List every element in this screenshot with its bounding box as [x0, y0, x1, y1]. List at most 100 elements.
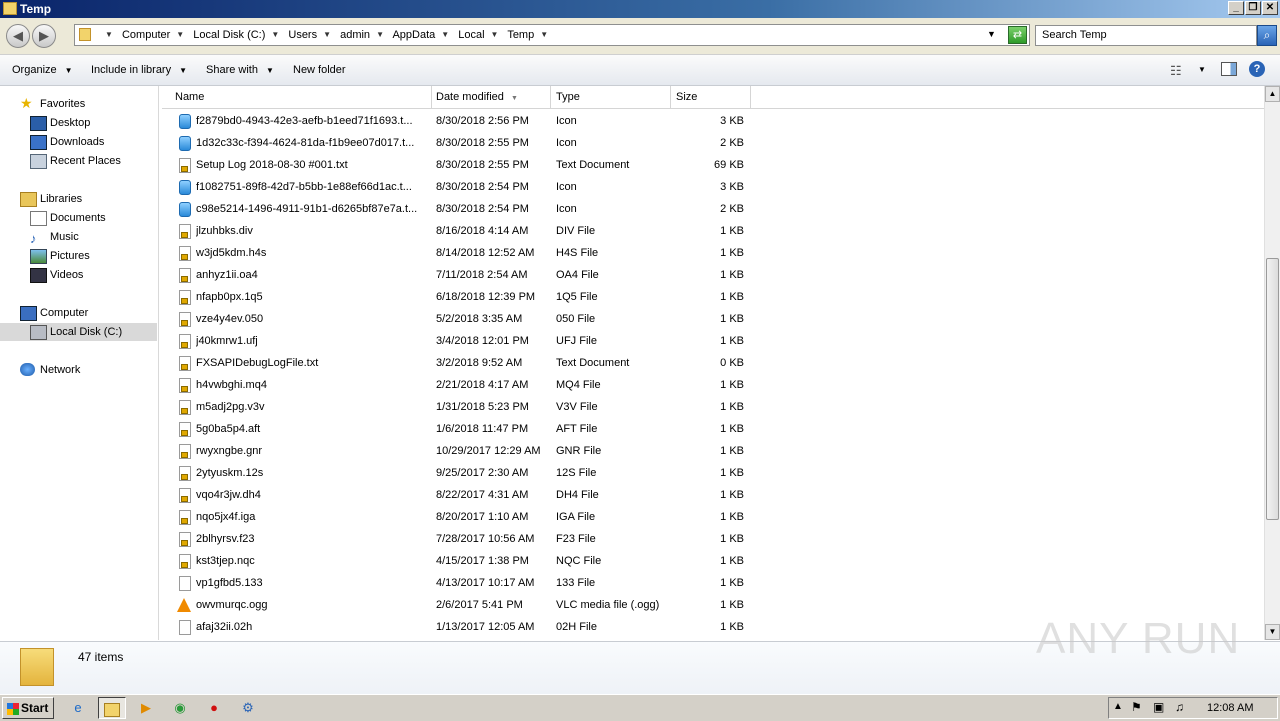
vertical-scrollbar[interactable]: ▲ ▼	[1264, 86, 1280, 640]
table-row[interactable]: vqo4r3jw.dh4 8/22/2017 4:31 AM DH4 File 1 K…	[162, 484, 1262, 506]
table-row[interactable]: m5adj2pg.v3v 1/31/2018 5:23 PM V3V File 1 K…	[162, 396, 1262, 418]
file-size: 1 KB	[720, 269, 744, 281]
crumb-local[interactable]: Local	[458, 29, 484, 41]
file-type: F23 File	[556, 533, 596, 545]
address-bar[interactable]: ▼ Computer ▼ Local Disk (C:) ▼ Users ▼ admi…	[74, 24, 1030, 46]
file-name: nqo5jx4f.iga	[196, 511, 256, 523]
forward-button[interactable]: ▶	[32, 24, 56, 48]
chevron-down-icon[interactable]: ▼	[323, 30, 331, 39]
restore-button[interactable]: ❐	[1245, 1, 1261, 15]
crumb-temp[interactable]: Temp	[507, 29, 534, 41]
nav-label: Desktop	[50, 117, 91, 129]
locked-file-icon	[179, 422, 191, 437]
table-row[interactable]: jlzuhbks.div 8/16/2018 4:14 AM DIV File 1 K…	[162, 220, 1262, 242]
file-type: VLC media file (.ogg)	[556, 599, 660, 611]
file-date: 8/22/2017 4:31 AM	[436, 489, 529, 501]
scroll-down-button[interactable]: ▼	[1265, 624, 1280, 640]
libraries-icon	[20, 192, 37, 207]
table-row[interactable]: nqo5jx4f.iga 8/20/2017 1:10 AM IGA File 1 K…	[162, 506, 1262, 528]
table-row[interactable]: FXSAPIDebugLogFile.txt 3/2/2018 9:52 AM Te…	[162, 352, 1262, 374]
chevron-down-icon[interactable]: ▼	[376, 30, 384, 39]
locked-file-icon	[179, 378, 191, 393]
file-date: 8/30/2018 2:55 PM	[436, 137, 529, 149]
volume-icon[interactable]: ♫	[1175, 700, 1184, 714]
explorer-taskbar-button[interactable]	[98, 697, 126, 719]
star-icon: ★	[20, 95, 33, 111]
table-row[interactable]: j40kmrw1.ufj 3/4/2018 12:01 PM UFJ File 1 K…	[162, 330, 1262, 352]
table-row[interactable]: f2879bd0-4943-42e3-aefb-b1eed71f1693.t..…	[162, 110, 1262, 132]
preview-pane-icon[interactable]	[1221, 62, 1237, 76]
file-name: 1d32c33c-f394-4624-81da-f1b9ee07d017.t..…	[196, 137, 415, 149]
help-icon[interactable]: ?	[1249, 61, 1265, 77]
table-row[interactable]: owvmurqc.ogg 2/6/2017 5:41 PM VLC media fi…	[162, 594, 1262, 616]
nav-label: Local Disk (C:)	[50, 326, 123, 338]
table-row[interactable]: nfapb0px.1q5 6/18/2018 12:39 PM 1Q5 File 1 …	[162, 286, 1262, 308]
table-row[interactable]: rwyxngbe.gnr 10/29/2017 12:29 AM GNR File 1…	[162, 440, 1262, 462]
file-name: rwyxngbe.gnr	[196, 445, 263, 457]
view-options-icon[interactable]: ☷	[1170, 63, 1182, 79]
downloads-icon	[30, 135, 47, 150]
folder-icon	[79, 28, 91, 41]
chevron-down-icon[interactable]: ▼	[176, 30, 184, 39]
table-row[interactable]: anhyz1ii.oa4 7/11/2018 2:54 AM OA4 File 1 K…	[162, 264, 1262, 286]
flag-icon[interactable]: ⚑	[1131, 700, 1142, 714]
chevron-down-icon[interactable]: ▼	[491, 30, 499, 39]
settings-icon[interactable]: ⚙	[234, 697, 262, 719]
table-row[interactable]: w3jd5kdm.h4s 8/14/2018 12:52 AM H4S File 1 …	[162, 242, 1262, 264]
minimize-button[interactable]: _	[1228, 1, 1244, 15]
network-tray-icon[interactable]: ▣	[1153, 700, 1164, 714]
table-row[interactable]: vze4y4ev.050 5/2/2018 3:35 AM 050 File 1 KB	[162, 308, 1262, 330]
table-row[interactable]: Setup Log 2018-08-30 #001.txt 8/30/2018 2…	[162, 154, 1262, 176]
new-folder-button[interactable]: New folder	[293, 64, 346, 76]
start-button[interactable]: Start	[2, 697, 54, 719]
close-button[interactable]: ✕	[1262, 1, 1278, 15]
search-icon[interactable]: ⌕	[1257, 25, 1277, 46]
crumb-appdata[interactable]: AppData	[392, 29, 435, 41]
organize-button[interactable]: Organize ▼	[12, 64, 73, 76]
table-row[interactable]: vp1gfbd5.133 4/13/2017 10:17 AM 133 File 1 …	[162, 572, 1262, 594]
chevron-down-icon[interactable]: ▼	[271, 30, 279, 39]
back-button[interactable]: ◀	[6, 24, 30, 48]
nav-local-disk[interactable]: Local Disk (C:)	[0, 323, 157, 341]
chrome-icon[interactable]: ◉	[166, 697, 194, 719]
table-row[interactable]: f1082751-89f8-42d7-b5bb-1e88ef66d1ac.t..…	[162, 176, 1262, 198]
file-type: 02H File	[556, 621, 597, 633]
include-in-library-button[interactable]: Include in library ▼	[91, 64, 187, 76]
column-size[interactable]: Size	[670, 86, 751, 108]
chevron-down-icon[interactable]: ▼	[1198, 65, 1206, 74]
column-name[interactable]: Name	[169, 86, 432, 108]
crumb-admin[interactable]: admin	[340, 29, 370, 41]
column-type[interactable]: Type	[550, 86, 671, 108]
opera-icon[interactable]: ●	[200, 697, 228, 719]
table-row[interactable]: 2blhyrsv.f23 7/28/2017 10:56 AM F23 File 1 …	[162, 528, 1262, 550]
scroll-up-button[interactable]: ▲	[1265, 86, 1280, 102]
videos-icon	[30, 268, 47, 283]
table-row[interactable]: 2ytyuskm.12s 9/25/2017 2:30 AM 12S File 1 K…	[162, 462, 1262, 484]
chevron-down-icon[interactable]: ▼	[540, 30, 548, 39]
crumb-computer[interactable]: Computer	[122, 29, 170, 41]
share-with-button[interactable]: Share with ▼	[206, 64, 274, 76]
taskbar: Start e ▶ ◉ ● ⚙ ▲ ⚑ ▣ ♫ 12:08 AM	[0, 694, 1280, 721]
refresh-icon[interactable]: ⇄	[1008, 26, 1027, 44]
table-row[interactable]: c98e5214-1496-4911-91b1-d6265bf87e7a.t..…	[162, 198, 1262, 220]
table-row[interactable]: kst3tjep.nqc 4/15/2017 1:38 PM NQC File 1 K…	[162, 550, 1262, 572]
chevron-down-icon[interactable]: ▼	[441, 30, 449, 39]
media-player-icon[interactable]: ▶	[132, 697, 160, 719]
title-bar[interactable]: Temp _ ❐ ✕	[0, 0, 1280, 18]
column-date-modified[interactable]: Date modified ▼	[430, 86, 551, 108]
show-hidden-icons-icon[interactable]: ▲	[1113, 701, 1123, 712]
chevron-down-icon[interactable]: ▼	[105, 30, 113, 39]
scroll-thumb[interactable]	[1266, 258, 1279, 520]
table-row[interactable]: h4vwbghi.mq4 2/21/2018 4:17 AM MQ4 File 1 K…	[162, 374, 1262, 396]
crumb-local-disk[interactable]: Local Disk (C:)	[193, 29, 265, 41]
address-dropdown-icon[interactable]: ▼	[987, 29, 996, 39]
table-row[interactable]: 1d32c33c-f394-4624-81da-f1b9ee07d017.t..…	[162, 132, 1262, 154]
table-row[interactable]: 5g0ba5p4.aft 1/6/2018 11:47 PM AFT File 1 K…	[162, 418, 1262, 440]
crumb-users[interactable]: Users	[288, 29, 317, 41]
file-type: MQ4 File	[556, 379, 601, 391]
chevron-down-icon: ▼	[179, 66, 188, 75]
network-icon	[20, 363, 35, 376]
internet-explorer-icon[interactable]: e	[64, 697, 92, 719]
search-input[interactable]: Search Temp	[1035, 25, 1257, 46]
clock[interactable]: 12:08 AM	[1207, 702, 1253, 714]
